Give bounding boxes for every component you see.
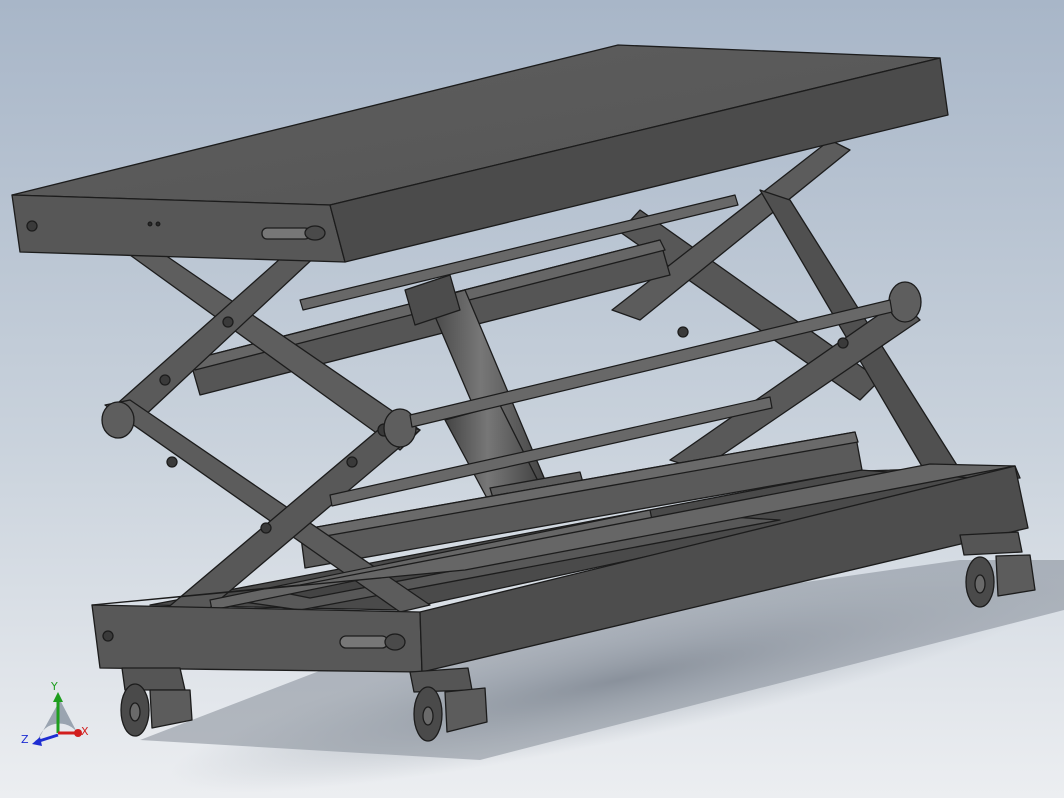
base-frame-hole [102, 630, 114, 642]
base-frame-slot [339, 635, 389, 649]
top-platform-screw-2 [155, 221, 161, 227]
base-frame-slot-roller [384, 633, 406, 651]
triad-z-label: Z [21, 733, 29, 746]
top-platform-screw-1 [147, 221, 153, 227]
top-platform-slot-roller [304, 225, 326, 241]
3d-model-scene[interactable]: Y X Z [0, 0, 1064, 798]
back-arm-end-right [888, 281, 922, 323]
front-arm-end-left [101, 401, 135, 439]
triad-y-label: Y [50, 680, 58, 693]
top-platform-hole [26, 220, 38, 232]
graphics-viewport[interactable]: Y X Z [0, 0, 1064, 798]
triad-x-label: X [81, 725, 89, 738]
top-platform-slot [261, 227, 311, 240]
